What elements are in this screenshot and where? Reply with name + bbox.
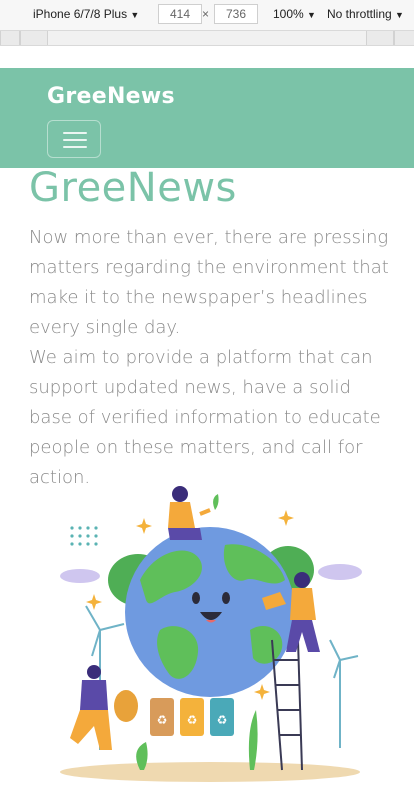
earth-illustration-svg: ♻ ♻ ♻ — [60, 486, 362, 782]
hero-paragraph: Now more than ever, there are pressing m… — [29, 227, 389, 338]
cloud-icon — [318, 564, 362, 580]
hamburger-menu-icon — [63, 146, 87, 148]
device-select[interactable]: iPhone 6/7/8 Plus ▼ — [33, 7, 139, 21]
throttle-select[interactable]: No throttling ▼ — [327, 7, 404, 21]
media-query-segment[interactable] — [366, 31, 394, 45]
dots-pattern — [70, 526, 98, 546]
recycle-bins: ♻ ♻ ♻ — [150, 698, 234, 736]
navbar: GreeNews — [0, 68, 414, 168]
zoom-select-label: 100% — [273, 7, 304, 21]
device-select-label: iPhone 6/7/8 Plus — [33, 7, 128, 21]
media-query-bar[interactable] — [0, 31, 414, 46]
wind-turbine-icon — [329, 639, 359, 748]
device-toolbar: iPhone 6/7/8 Plus ▼ 414 × 736 100% ▼ No … — [0, 0, 414, 31]
dropdown-arrow-icon: ▼ — [130, 10, 140, 20]
hero-description: Now more than ever, there are pressing m… — [29, 223, 389, 493]
width-input[interactable]: 414 — [158, 4, 202, 24]
cloud-icon — [60, 569, 100, 583]
person-with-trash-bag — [70, 665, 138, 750]
throttle-select-label: No throttling — [327, 7, 392, 21]
plant-icon — [248, 710, 258, 770]
viewport-top-spacer — [0, 46, 414, 68]
hamburger-menu-icon — [63, 139, 87, 141]
media-query-segment[interactable] — [394, 31, 414, 45]
recycle-icon: ♻ — [217, 713, 228, 727]
dropdown-arrow-icon: ▼ — [307, 10, 316, 20]
hero-paragraph: We aim to provide a platform that can su… — [29, 347, 381, 488]
earth-environment-illustration: ♻ ♻ ♻ — [50, 480, 370, 790]
media-query-segment[interactable] — [0, 31, 20, 45]
earth-eye — [222, 592, 230, 604]
recycle-icon: ♻ — [157, 713, 168, 727]
media-query-segment[interactable] — [20, 31, 48, 45]
dimension-separator: × — [202, 7, 210, 21]
earth-eye — [192, 592, 200, 604]
recycle-icon: ♻ — [187, 713, 198, 727]
ladder-icon — [271, 639, 303, 771]
ground-shadow — [60, 762, 360, 782]
height-input[interactable]: 736 — [214, 4, 258, 24]
hamburger-menu-icon — [63, 132, 87, 134]
dropdown-arrow-icon: ▼ — [395, 10, 404, 20]
navbar-toggle-button[interactable] — [47, 120, 101, 158]
navbar-brand[interactable]: GreeNews — [47, 84, 175, 109]
zoom-select[interactable]: 100% ▼ — [273, 7, 316, 21]
page-title: GreeNews — [29, 165, 237, 211]
